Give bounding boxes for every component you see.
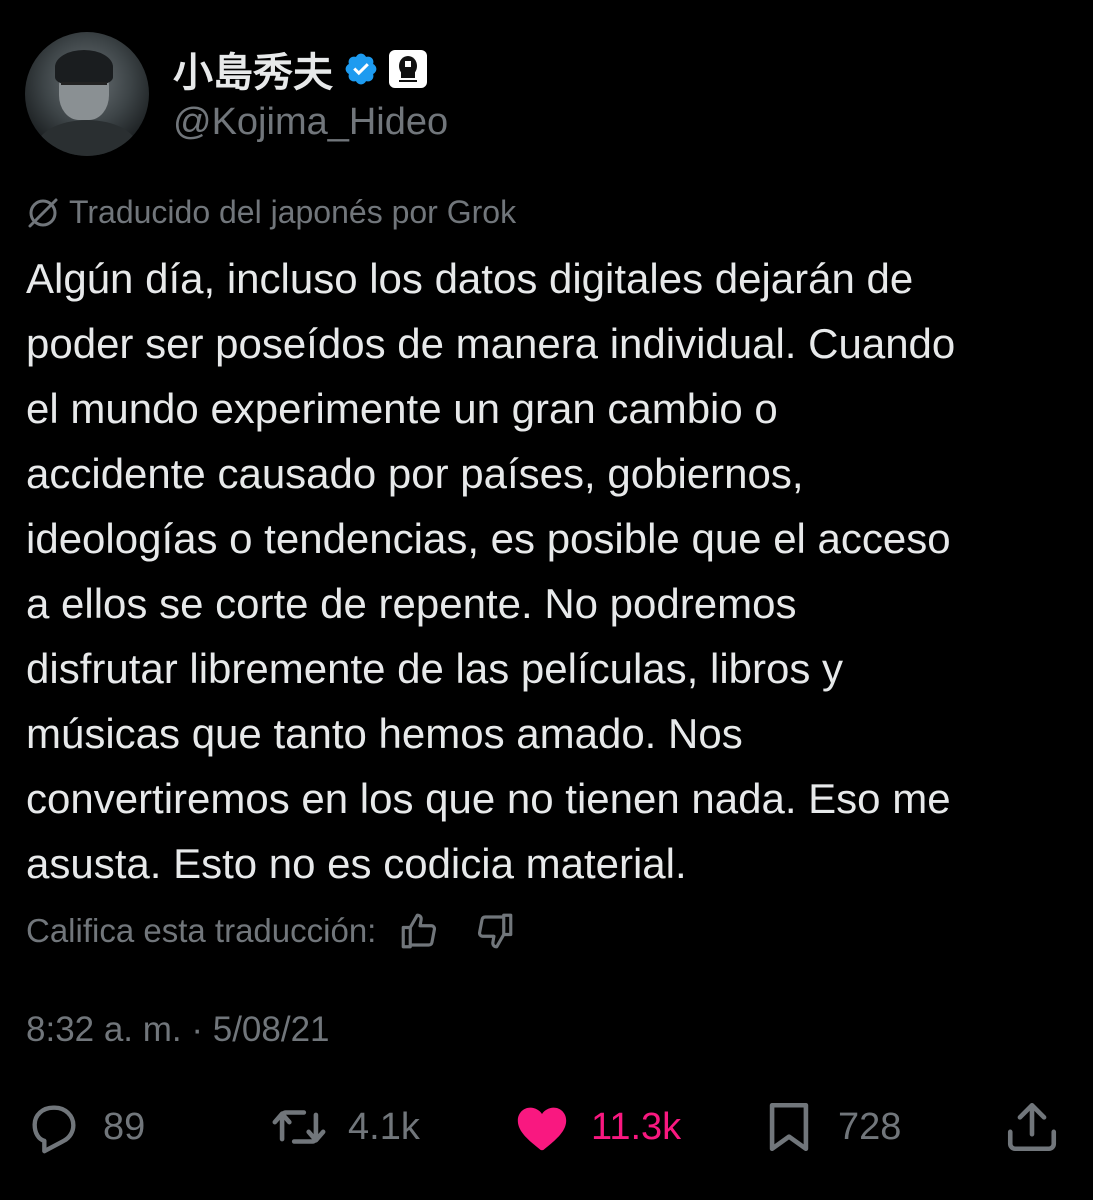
heart-icon [517,1107,567,1151]
reply-button[interactable]: 89 [25,1098,145,1156]
bookmark-icon [769,1102,809,1152]
author-names: 小島秀夫 @Kojima_Hideo [173,45,448,144]
bookmark-count: 728 [838,1105,902,1148]
avatar[interactable] [25,32,149,156]
tweet-line: ideologías o tendencias, es posible que … [26,515,951,562]
tweet-line: disfrutar libremente de las películas, l… [26,645,844,692]
retweet-button[interactable]: 4.1k [270,1098,420,1156]
thumbs-up-icon[interactable] [398,910,440,952]
tweet-line: Algún día, incluso los datos digitales d… [26,255,914,302]
rate-translation: Califica esta traducción: [26,910,516,952]
retweet-icon [272,1110,326,1144]
thumbs-down-icon[interactable] [474,910,516,952]
tweet-text: Algún día, incluso los datos digitales d… [26,246,1076,896]
author-handle[interactable]: @Kojima_Hideo [173,101,448,144]
translation-notice: Traducido del japonés por Grok [25,194,516,231]
tweet-line: poder ser poseídos de manera individual.… [26,320,956,367]
like-count: 11.3k [591,1105,682,1148]
tweet-line: el mundo experimente un gran cambio o [26,385,778,432]
share-button[interactable] [1003,1098,1061,1156]
tweet-line: convertiremos en los que no tienen nada.… [26,775,951,822]
reply-icon [32,1105,76,1154]
verified-badge-icon [345,53,377,84]
tweet-actions: 89 4.1k 11.3k 728 [25,1098,1065,1158]
grok-icon [28,198,58,227]
share-icon [1007,1102,1057,1152]
tweet-line: músicas que tanto hemos amado. Nos [26,710,743,757]
like-button[interactable]: 11.3k [513,1098,681,1156]
retweet-count: 4.1k [348,1105,420,1148]
reply-count: 89 [103,1105,146,1148]
rate-translation-label: Califica esta traducción: [26,912,377,949]
translation-notice-text: Traducido del japonés por Grok [69,194,517,230]
tweet-line: asusta. Esto no es codicia material. [26,840,687,887]
tweet-line: a ellos se corte de repente. No podremos [26,580,797,627]
tweet-header: 小島秀夫 @Kojima_Hideo [25,32,448,156]
display-name[interactable]: 小島秀夫 [173,40,333,98]
affiliate-logo-icon[interactable] [389,49,427,88]
tweet-line: accidente causado por países, gobiernos, [26,450,804,497]
bookmark-button[interactable]: 728 [760,1098,901,1156]
tweet-timestamp[interactable]: 8:32 a. m. · 5/08/21 [26,1010,330,1050]
